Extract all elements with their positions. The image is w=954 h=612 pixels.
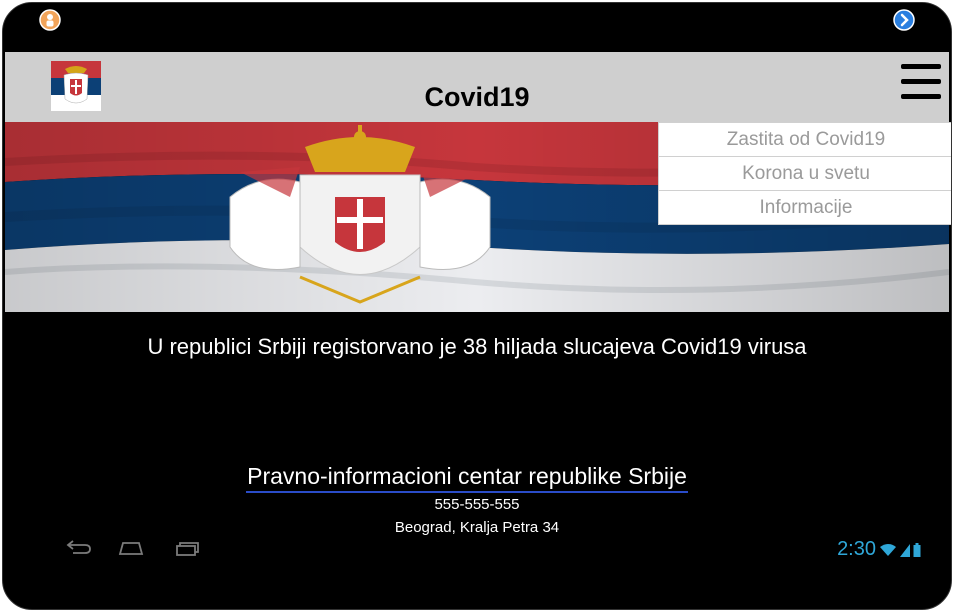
app-title: Covid19 — [424, 82, 530, 112]
wifi-icon — [880, 543, 896, 556]
back-icon[interactable] — [65, 539, 93, 557]
clock-time: 2:30 — [837, 538, 876, 560]
home-icon[interactable] — [117, 539, 145, 557]
dropdown-menu: Zastita od Covid19 Korona u svetu Inform… — [658, 122, 951, 225]
battery-icon — [913, 542, 921, 557]
menu-item-zastita[interactable]: Zastita od Covid19 — [659, 123, 951, 157]
hamburger-icon[interactable] — [901, 64, 941, 102]
tablet-frame: Covid19 Zastita od Covid19 Korona u svet… — [2, 2, 952, 610]
recent-apps-icon[interactable] — [173, 539, 201, 557]
phone-number: 555-555-555 — [434, 496, 520, 513]
device-top-bar — [3, 3, 951, 52]
forward-arrow-icon[interactable] — [893, 9, 915, 31]
info-center-link[interactable]: Pravno-informacioni centar republike Srb… — [246, 463, 688, 493]
headline-text: U republici Srbiji registorvano je 38 hi… — [147, 334, 807, 359]
user-badge-icon[interactable] — [39, 9, 61, 31]
status-clock: 2:30 — [837, 538, 921, 561]
address-text: Beograd, Kralja Petra 34 — [394, 519, 560, 536]
app-header: Covid19 — [5, 52, 949, 122]
menu-item-informacije[interactable]: Informacije — [659, 191, 951, 224]
signal-icon — [900, 543, 910, 557]
menu-item-korona-u-svetu[interactable]: Korona u svetu — [659, 157, 951, 191]
